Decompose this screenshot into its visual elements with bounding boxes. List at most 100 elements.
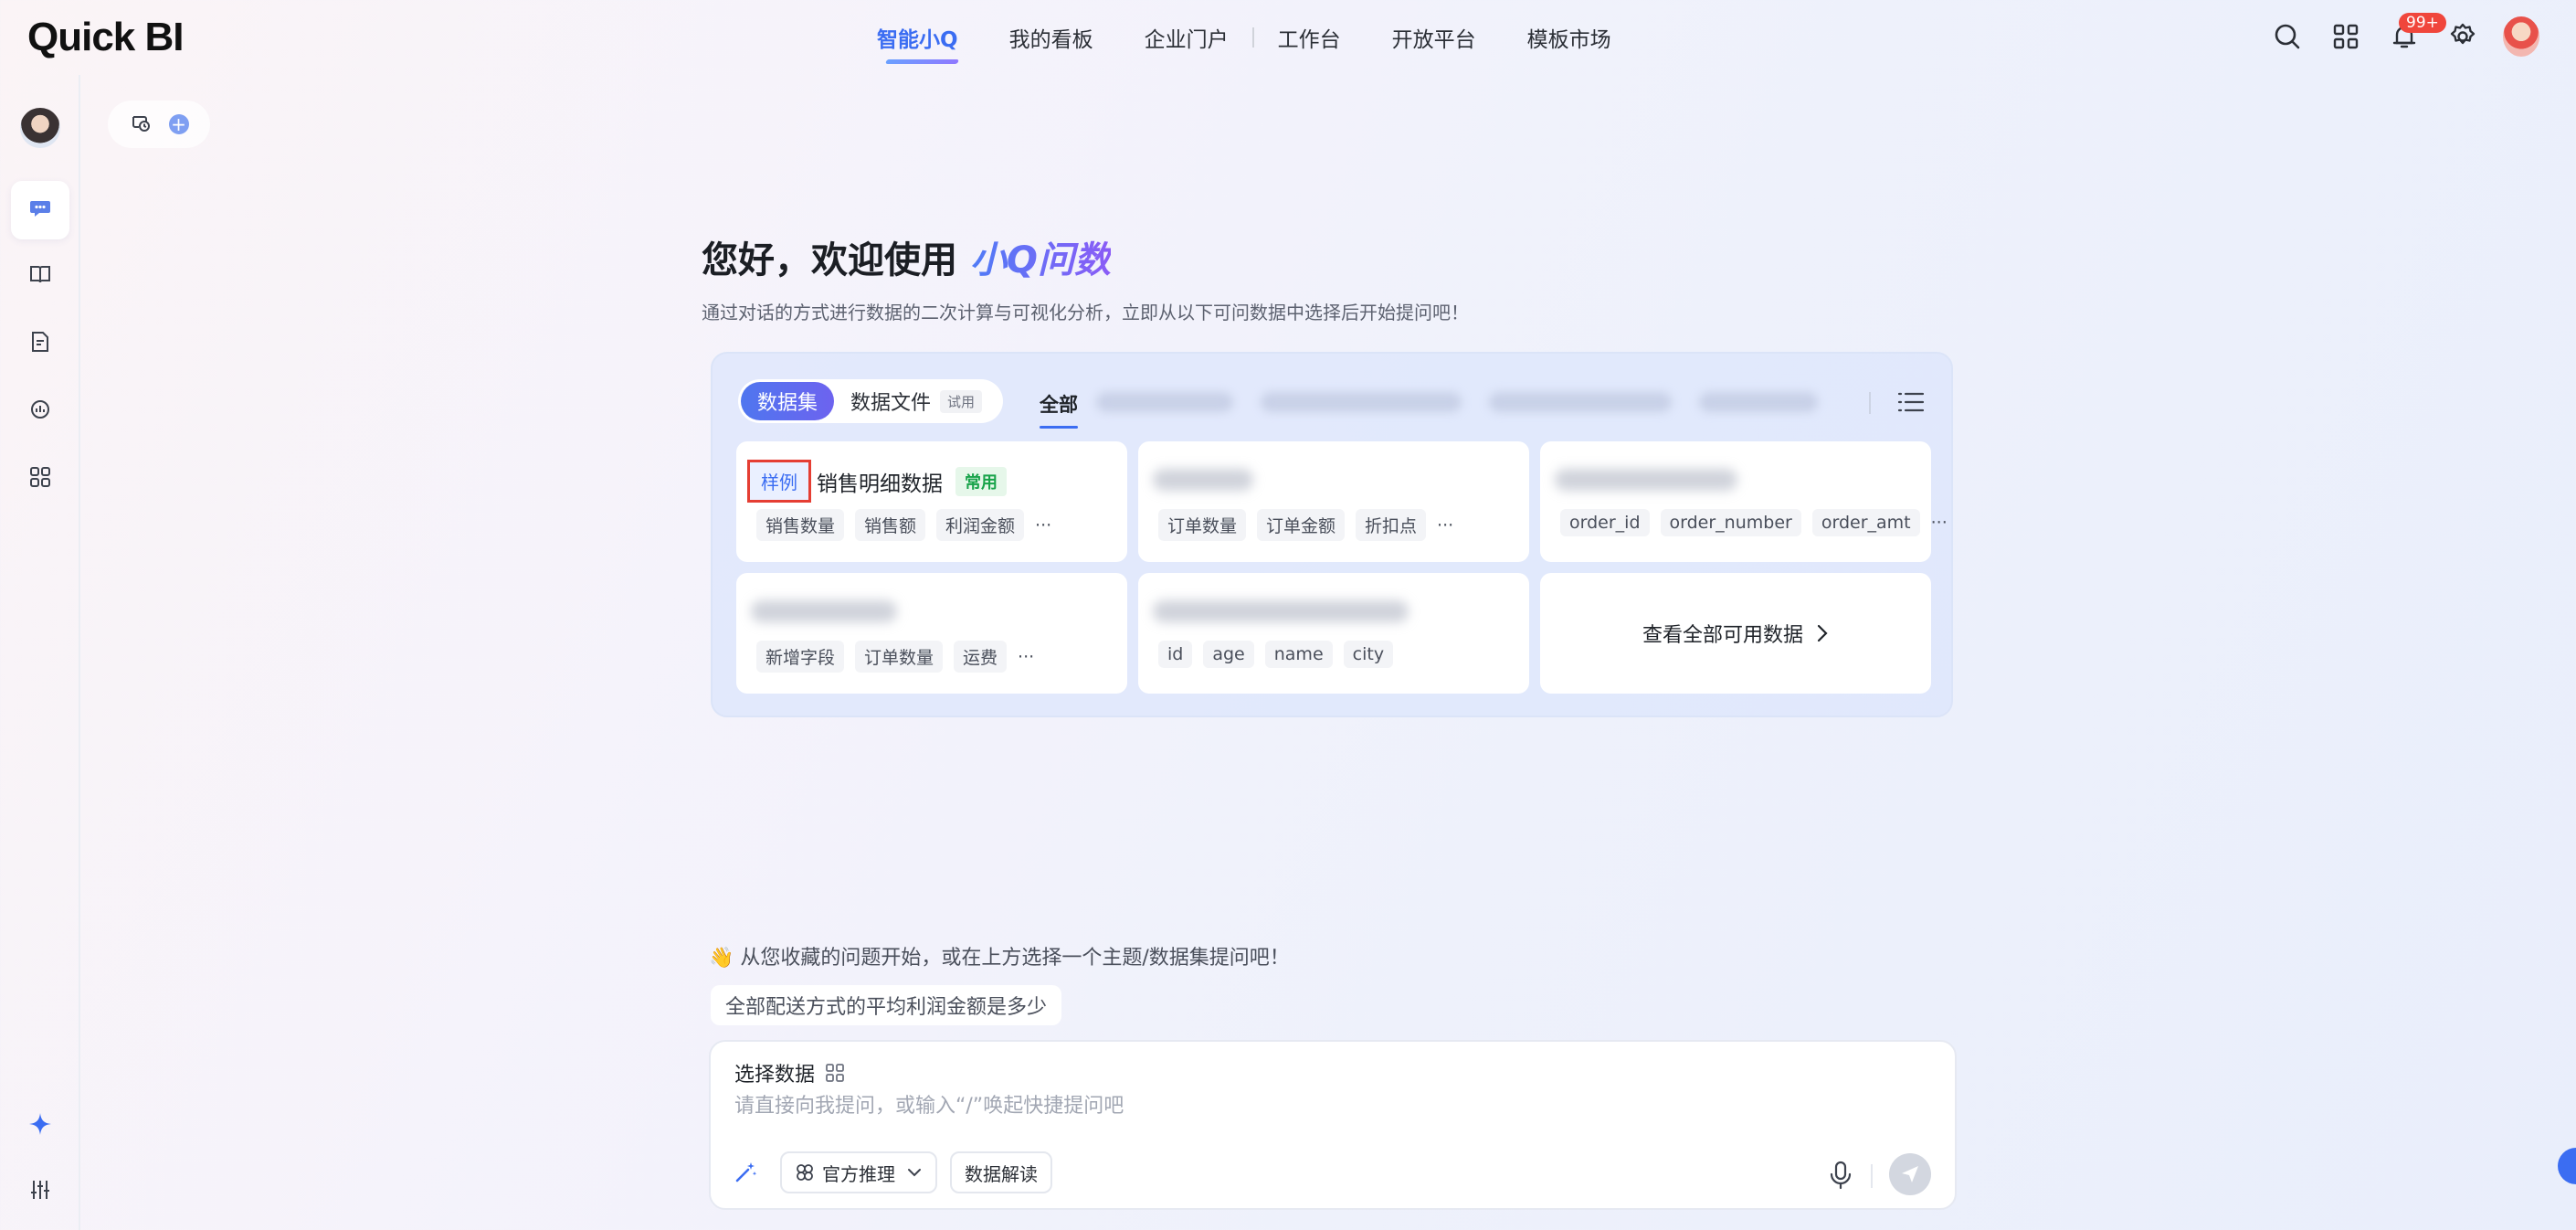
official-reasoning-select[interactable]: 官方推理	[780, 1151, 937, 1193]
suggested-question[interactable]: 全部配送方式的平均利润金额是多少	[711, 985, 1062, 1025]
dataset-card[interactable]: 订单数量 订单金额 折扣点 ···	[1138, 441, 1529, 562]
search-icon[interactable]	[2269, 18, 2306, 55]
field-chip: name	[1264, 641, 1333, 668]
logo-text: Quick BI	[27, 15, 184, 59]
blurred-dataset-name	[1153, 469, 1253, 491]
main-nav: 智能小Q 我的看板 企业门户 工作台 开放平台 模板市场	[877, 22, 1663, 53]
field-chip: 利润金额	[936, 509, 1025, 541]
dataset-panel: 数据集 数据文件 试用 全部 样例 销售明细数据 常用 销售数量 销售额 利润金…	[711, 352, 1953, 717]
user-avatar[interactable]	[2503, 16, 2539, 57]
blurred-category-tab[interactable]	[1489, 392, 1672, 412]
reasoning-icon	[795, 1162, 815, 1182]
tab-data-file[interactable]: 数据文件 试用	[834, 382, 998, 420]
welcome-title-brand: 小Q问数	[969, 239, 1111, 281]
view-all-label: 查看全部可用数据	[1642, 624, 1803, 647]
field-chip: 销售数量	[756, 509, 845, 541]
data-interpretation-button[interactable]: 数据解读	[950, 1151, 1052, 1193]
nav-my-dashboard[interactable]: 我的看板	[1009, 22, 1093, 53]
field-chip: 销售额	[855, 509, 926, 541]
sidebar-item-library[interactable]	[11, 247, 69, 305]
sidebar-item-settings[interactable]	[11, 1162, 69, 1221]
more-fields: ···	[1437, 514, 1454, 535]
field-list: order_id order_number order_amt ···	[1560, 509, 1948, 536]
magic-wand-icon[interactable]	[729, 1156, 762, 1189]
notification-badge: 99+	[2399, 13, 2446, 33]
blurred-dataset-name	[1153, 600, 1409, 622]
field-list: 新增字段 订单数量 运费 ···	[756, 641, 1034, 673]
analysis-icon	[28, 398, 52, 425]
gear-icon[interactable]	[2444, 18, 2481, 55]
select-data-button[interactable]: 选择数据	[734, 1058, 846, 1087]
tab-dataset[interactable]: 数据集	[741, 382, 835, 420]
question-input[interactable]	[734, 1095, 1831, 1118]
more-fields: ···	[1035, 514, 1052, 535]
nav-template-market[interactable]: 模板市场	[1527, 22, 1611, 53]
field-list: 订单数量 订单金额 折扣点 ···	[1158, 509, 1453, 541]
book-icon	[28, 262, 52, 290]
tab-data-file-label: 数据文件	[850, 392, 932, 415]
welcome-title-prefix: 您好，欢迎使用	[702, 239, 970, 281]
field-chip: 订单金额	[1257, 509, 1346, 541]
blurred-dataset-name	[751, 600, 897, 622]
field-chip: 订单数量	[1158, 509, 1247, 541]
toolbar-divider	[1871, 1164, 1873, 1188]
new-chat-icon[interactable]: +	[168, 114, 189, 134]
microphone-icon[interactable]	[1829, 1161, 1853, 1193]
floating-assistant-button[interactable]	[2558, 1148, 2576, 1184]
field-list: 销售数量 销售额 利润金额 ···	[756, 509, 1051, 541]
history-toolbar: +	[108, 101, 210, 148]
chevron-down-icon	[906, 1167, 923, 1178]
nav-smart-q[interactable]: 智能小Q	[877, 22, 958, 53]
blurred-category-tab[interactable]	[1096, 392, 1233, 412]
top-header: Quick BI 智能小Q 我的看板 企业门户 工作台 开放平台 模板市场 99…	[0, 0, 2576, 75]
nav-divider	[1251, 27, 1254, 48]
dataset-card[interactable]: 新增字段 订单数量 运费 ···	[736, 573, 1127, 694]
welcome-title: 您好，欢迎使用 小Q问数	[702, 230, 1111, 283]
more-fields: ···	[1930, 513, 1948, 533]
nav-open-platform[interactable]: 开放平台	[1392, 22, 1476, 53]
blurred-dataset-name	[1555, 469, 1737, 491]
dataset-card[interactable]: order_id order_number order_amt ···	[1540, 441, 1948, 562]
sidebar-item-analysis[interactable]	[11, 382, 69, 440]
sidebar-item-ai[interactable]	[11, 1097, 69, 1155]
list-view-icon[interactable]	[1896, 388, 1926, 419]
send-button[interactable]	[1889, 1153, 1931, 1195]
field-chip: 运费	[954, 641, 1008, 673]
sidebar-item-reports[interactable]	[11, 314, 69, 373]
field-chip: id	[1158, 641, 1193, 668]
more-fields: ···	[1018, 646, 1035, 667]
sidebar-item-modules[interactable]	[11, 450, 69, 508]
welcome-subtitle: 通过对话的方式进行数据的二次计算与可视化分析，立即从以下可问数据中选择后开始提问…	[702, 302, 1469, 323]
dataset-card[interactable]: id age name city	[1138, 573, 1529, 694]
field-chip: order_id	[1560, 509, 1650, 536]
reasoning-label: 官方推理	[822, 1162, 895, 1185]
chat-icon	[28, 196, 52, 224]
avatar	[2503, 16, 2539, 57]
sliders-icon	[28, 1178, 52, 1205]
assistant-avatar[interactable]	[20, 108, 60, 148]
field-list: id age name city	[1158, 641, 1404, 668]
nav-enterprise-portal[interactable]: 企业门户	[1145, 22, 1229, 53]
field-chip: 订单数量	[855, 641, 944, 673]
data-type-switch: 数据集 数据文件 试用	[738, 379, 1003, 423]
blurred-category-tab[interactable]	[1699, 392, 1818, 412]
sidebar-item-chat[interactable]	[11, 181, 69, 239]
send-icon	[1899, 1163, 1921, 1185]
history-icon[interactable]	[130, 111, 152, 137]
apps-grid-icon[interactable]	[2328, 18, 2364, 55]
select-data-label: 选择数据	[734, 1064, 816, 1087]
dataset-card[interactable]: 样例 销售明细数据 常用 销售数量 销售额 利润金额 ···	[736, 441, 1127, 562]
tab-divider	[1869, 392, 1871, 414]
bell-icon[interactable]: 99+	[2386, 13, 2446, 55]
field-chip: city	[1343, 641, 1394, 668]
nav-workbench[interactable]: 工作台	[1278, 22, 1341, 53]
field-chip: age	[1203, 641, 1254, 668]
view-all-data-button[interactable]: 查看全部可用数据	[1540, 573, 1931, 694]
question-input-box: 选择数据 官方推理 数据解读	[709, 1040, 1957, 1210]
tab-all[interactable]: 全部	[1040, 390, 1078, 429]
sample-tag: 样例	[747, 460, 811, 503]
quick-bi-logo[interactable]: Quick BI	[27, 15, 184, 60]
blurred-category-tab[interactable]	[1261, 392, 1462, 412]
dataset-name: 销售明细数据	[817, 472, 943, 496]
field-chip: 新增字段	[756, 641, 845, 673]
